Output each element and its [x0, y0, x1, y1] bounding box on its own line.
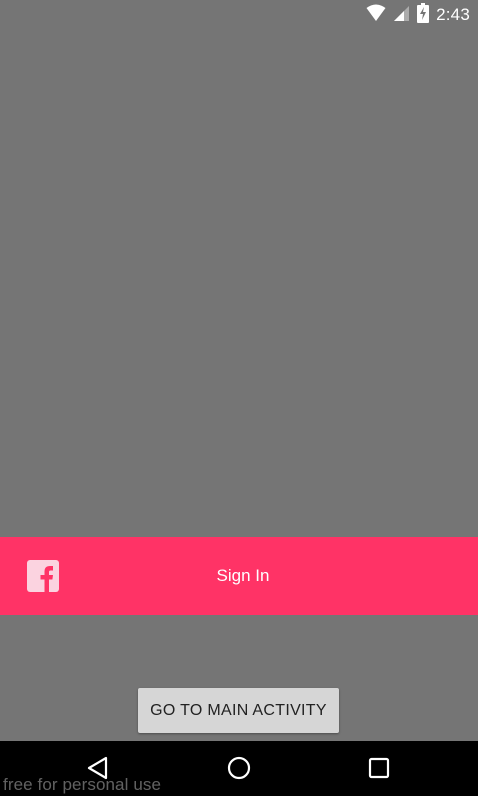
sign-in-label: Sign In — [216, 566, 270, 585]
go-to-main-activity-button[interactable]: GO TO MAIN ACTIVITY — [138, 688, 339, 733]
battery-charging-icon — [417, 2, 430, 28]
wifi-icon — [366, 4, 386, 27]
cell-signal-icon — [393, 4, 410, 27]
recents-icon[interactable] — [364, 753, 394, 783]
status-bar: 2:43 — [0, 0, 478, 30]
status-icons: 2:43 — [366, 0, 470, 30]
app-screen: Sign In GO TO MAIN ACTIVITY — [0, 30, 478, 741]
home-icon[interactable] — [224, 753, 254, 783]
navigation-bar: free for personal use — [0, 741, 478, 796]
facebook-sign-in-button[interactable]: Sign In — [0, 537, 478, 615]
watermark-text: free for personal use — [3, 775, 162, 794]
status-time: 2:43 — [436, 5, 470, 24]
